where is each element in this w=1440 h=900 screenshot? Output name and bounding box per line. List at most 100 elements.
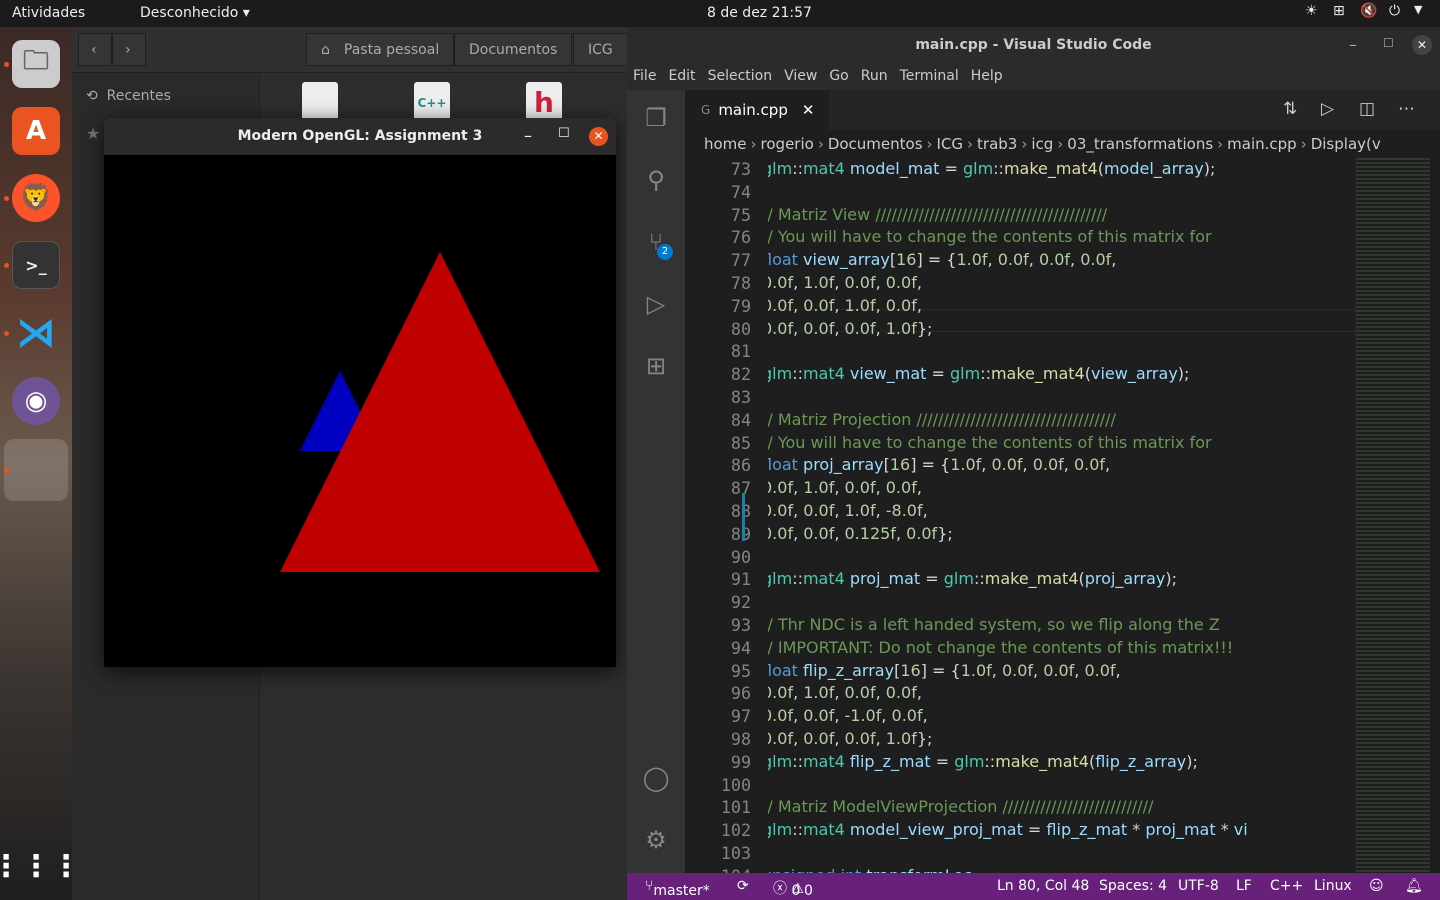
line-number: 75 <box>730 204 751 225</box>
git-branch[interactable]: ⑂ master* <box>645 878 710 899</box>
menu-run[interactable]: Run <box>861 68 888 84</box>
app-menu[interactable]: Desconhecido ▾ <box>140 5 250 21</box>
code-token: flip_z_array <box>797 660 895 680</box>
power-icon[interactable]: ⏻ <box>1389 3 1400 19</box>
show-apps-grid-icon[interactable]: ⋮⋮⋮ <box>0 842 81 890</box>
code-token: flip_z_mat <box>844 751 931 771</box>
sidebar-item-recent[interactable]: ⟲ Recentes <box>86 88 171 104</box>
breadcrumb-item[interactable]: icg <box>1031 135 1053 153</box>
explorer-icon[interactable]: ❐ <box>640 102 672 134</box>
system-menu-chevron-icon[interactable]: ▼ <box>1414 3 1422 16</box>
menu-selection[interactable]: Selection <box>708 68 773 84</box>
code-line: 0.0f, 0.0f, 0.0f, 1.0f}; <box>768 728 1248 751</box>
text-file-icon[interactable] <box>302 82 338 122</box>
code-token: 1.0f <box>885 728 917 748</box>
platform[interactable]: Linux <box>1314 878 1352 894</box>
close-button[interactable]: ✕ <box>1412 35 1432 55</box>
end-of-line[interactable]: LF <box>1236 878 1252 894</box>
code-token: // Matriz View /////////////////////////… <box>768 204 1108 224</box>
brave-browser-icon[interactable]: 🦁 <box>12 174 60 222</box>
account-icon[interactable]: ◯ <box>640 762 672 794</box>
tab-main-cpp[interactable]: Gmain.cpp ✕ <box>685 90 829 130</box>
encoding[interactable]: UTF-8 <box>1178 878 1219 894</box>
maximize-button[interactable]: ☐ <box>558 126 570 141</box>
cpp-file-icon[interactable]: C++ <box>414 82 450 122</box>
code-token: mat4 <box>802 820 845 840</box>
back-button[interactable]: ‹ <box>78 33 112 66</box>
code-token: unsigned <box>768 866 835 873</box>
extensions-icon[interactable]: ⊞ <box>640 350 672 382</box>
compare-changes-icon[interactable]: ⇅ <box>1283 99 1297 119</box>
code-token: 0.0f <box>844 272 876 292</box>
split-editor-icon[interactable]: ◫ <box>1359 99 1375 119</box>
forward-button[interactable]: › <box>112 33 146 66</box>
breadcrumb-item[interactable]: rogerio <box>761 135 814 153</box>
line-number: 103 <box>720 842 751 863</box>
network-icon[interactable]: ⊞ <box>1333 3 1345 19</box>
menu-help[interactable]: Help <box>971 68 1003 84</box>
code-token: , <box>895 523 907 543</box>
starred-icon[interactable]: ★ <box>86 124 100 143</box>
minimap[interactable] <box>1355 158 1430 873</box>
breadcrumb-item[interactable]: ICG <box>937 135 964 153</box>
close-button[interactable]: ✕ <box>589 127 608 146</box>
language-mode[interactable]: C++ <box>1270 878 1303 894</box>
close-tab-icon[interactable]: ✕ <box>802 101 815 119</box>
settings-gear-icon[interactable]: ⚙ <box>640 824 672 856</box>
software-center-icon[interactable]: A <box>12 107 60 155</box>
code-token: -1.0f <box>844 706 882 726</box>
code-token: 0.0f <box>768 706 794 726</box>
breadcrumb-item[interactable]: Display(v <box>1311 135 1381 153</box>
files-app-icon[interactable]: 🗀 <box>12 40 60 88</box>
breadcrumb-icg[interactable]: ICG <box>573 33 633 66</box>
maximize-button[interactable]: ☐ <box>1383 36 1394 50</box>
github-desktop-icon[interactable]: ◉ <box>12 377 60 425</box>
header-file-icon[interactable]: h <box>526 82 562 122</box>
code-token: 0.0f <box>768 318 794 338</box>
indentation[interactable]: Spaces: 4 <box>1099 878 1167 894</box>
code-token: , <box>916 272 922 292</box>
breadcrumb-item[interactable]: 03_transformations <box>1067 135 1213 153</box>
brightness-icon[interactable]: ☀ <box>1305 3 1318 19</box>
run-debug-icon[interactable]: ▷ <box>640 288 672 320</box>
activities-button[interactable]: Atividades <box>12 5 85 21</box>
menu-edit[interactable]: Edit <box>668 68 695 84</box>
menu-view[interactable]: View <box>784 68 817 84</box>
terminal-icon[interactable]: >_ <box>12 241 60 289</box>
more-actions-icon[interactable]: ⋯ <box>1398 99 1415 119</box>
minimize-button[interactable]: – <box>1349 35 1357 54</box>
editor-text-area[interactable]: glm::mat4 model_mat = glm::make_mat4(mod… <box>768 158 1355 873</box>
breadcrumb-item[interactable]: home <box>704 135 747 153</box>
breadcrumb-home[interactable]: ⌂ Pasta pessoal <box>306 33 455 66</box>
breadcrumb-item[interactable]: trab3 <box>977 135 1017 153</box>
line-number: 96 <box>730 683 751 704</box>
problems-indicator[interactable]: ⓧ 0 ⚠ 0 <box>773 878 813 899</box>
menu-go[interactable]: Go <box>829 68 848 84</box>
code-token: , <box>834 478 845 498</box>
code-line: // Matriz View /////////////////////////… <box>768 204 1248 227</box>
code-token: 0.0f <box>768 478 794 498</box>
code-token: = <box>926 364 950 384</box>
feedback-icon[interactable]: ☺ <box>1369 878 1384 894</box>
breadcrumb-documentos[interactable]: Documentos <box>454 33 573 66</box>
menu-file[interactable]: File <box>633 68 656 84</box>
opengl-app-icon[interactable] <box>4 439 68 501</box>
cursor-position[interactable]: Ln 80, Col 48 <box>997 878 1089 894</box>
code-token: ] = { <box>910 455 951 475</box>
run-icon[interactable]: ▷ <box>1321 99 1334 119</box>
notifications-bell-icon[interactable]: 🔔︎ <box>1405 878 1423 894</box>
code-token: 0.0f <box>906 523 938 543</box>
sync-icon[interactable]: ⟳ <box>737 878 749 894</box>
code-token: , <box>875 728 886 748</box>
breadcrumb-item[interactable]: main.cpp <box>1227 135 1297 153</box>
breadcrumb-item[interactable]: Documentos <box>828 135 923 153</box>
clock[interactable]: 8 de dez 21:57 <box>707 5 812 21</box>
minimize-button[interactable]: – <box>524 126 532 145</box>
volume-muted-icon[interactable]: 🔇 <box>1360 3 1377 19</box>
menu-terminal[interactable]: Terminal <box>900 68 959 84</box>
vscode-icon[interactable]: ⋊ <box>12 309 60 357</box>
breadcrumb-separator-icon: › <box>1300 135 1307 153</box>
search-icon[interactable]: ⚲ <box>640 164 672 196</box>
code-token: glm <box>768 364 793 384</box>
